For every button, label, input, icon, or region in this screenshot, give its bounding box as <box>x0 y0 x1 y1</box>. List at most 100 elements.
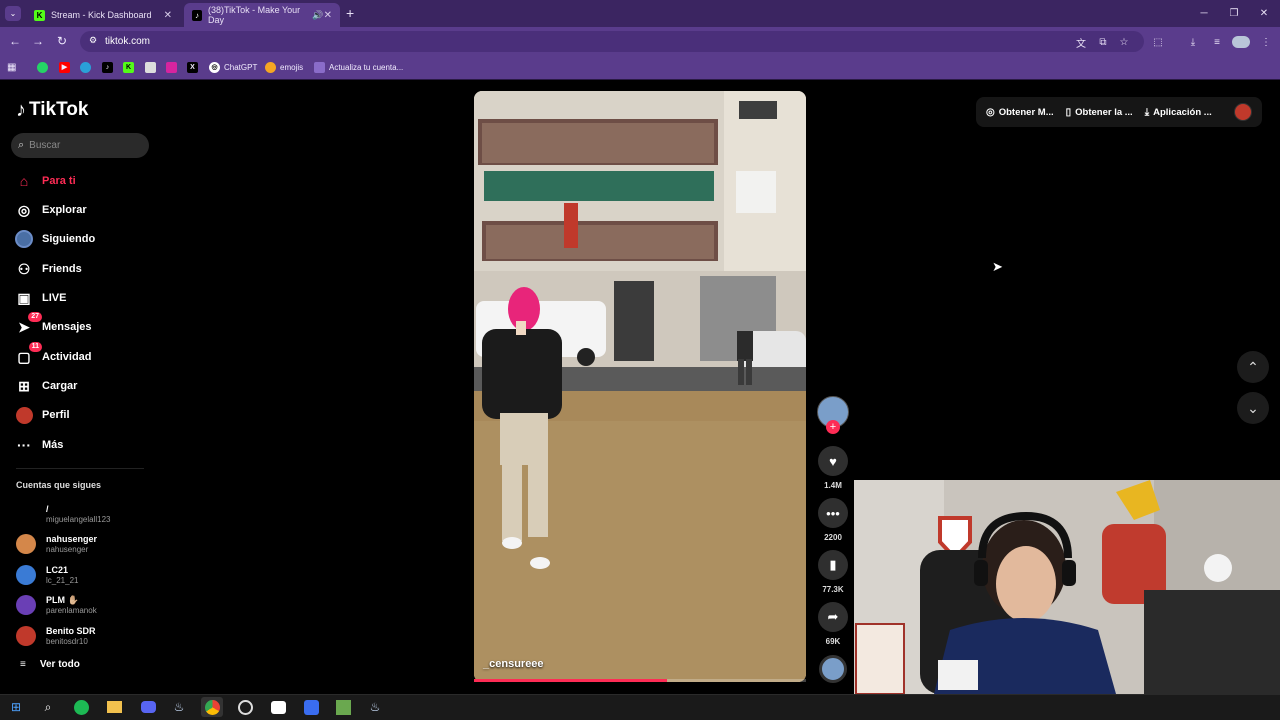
sound-disc-button[interactable] <box>816 655 850 683</box>
video-username[interactable]: _censureee <box>483 658 544 670</box>
profile-icon[interactable] <box>1232 36 1250 48</box>
follow-plus-icon[interactable]: + <box>826 420 840 434</box>
steam-icon: ♨ <box>369 700 381 714</box>
desktop-app-button[interactable]: ⤓ Aplicación ... <box>1145 107 1212 118</box>
search-input[interactable]: ⌕ Buscar <box>11 133 149 158</box>
profile-icon <box>14 405 34 425</box>
following-account[interactable]: PLM ✋🏼 parenlamanok <box>16 591 97 619</box>
comment-button[interactable]: ••• 2200 <box>816 498 850 542</box>
share-button[interactable]: ➦ 69K <box>816 602 850 646</box>
messages-badge: 27 <box>28 312 42 322</box>
taskbar-chrome[interactable] <box>201 697 223 717</box>
install-app-icon[interactable]: ⧉ <box>1095 34 1111 50</box>
nav-mensajes[interactable]: ➤ 27 Mensajes <box>14 312 92 338</box>
audio-playing-icon[interactable]: 🔊 <box>312 10 323 21</box>
url-bar[interactable]: ⚙ tiktok.com <box>80 31 1144 52</box>
windows-taskbar <box>0 694 1280 720</box>
bookmark-star-icon[interactable]: ☆ <box>1116 34 1132 50</box>
downloads-icon[interactable]: ⤓ <box>1185 34 1201 50</box>
bookmark-emojis[interactable]: emojis <box>265 60 303 74</box>
nav-live[interactable]: ▣ LIVE <box>14 287 66 309</box>
previous-video-button[interactable]: ⌃ <box>1237 351 1269 383</box>
bookmark-label: ChatGPT <box>224 62 258 72</box>
bookmark-mail[interactable] <box>145 60 160 74</box>
site-info-icon[interactable]: ⚙ <box>89 35 97 46</box>
following-account[interactable]: / miguelangelall123 <box>16 500 111 528</box>
nav-friends[interactable]: ⚇ Friends <box>14 258 82 280</box>
minimize-button[interactable]: ─ <box>1194 4 1214 22</box>
next-video-button[interactable]: ⌄ <box>1237 392 1269 424</box>
bookmark-x[interactable]: X <box>187 60 202 74</box>
new-tab-button[interactable]: + <box>346 5 354 21</box>
tab-tiktok[interactable]: ♪ (38)TikTok - Make Your Day 🔊 ✕ <box>184 3 340 27</box>
more-icon: ··· <box>17 437 31 453</box>
nav-explorar[interactable]: ◎ Explorar <box>14 199 87 221</box>
nav-cargar[interactable]: ⊞ Cargar <box>14 375 77 397</box>
translate-icon[interactable]: 文 <box>1073 34 1089 50</box>
taskbar-app-blue[interactable] <box>300 697 322 717</box>
like-button[interactable]: ♥ 1.4M <box>816 446 850 490</box>
bookmark-icon: ▮ <box>818 550 848 580</box>
apps-grid-icon[interactable]: ▦ <box>7 60 16 74</box>
close-icon[interactable]: ✕ <box>164 10 172 21</box>
taskbar-file-explorer[interactable] <box>103 697 125 717</box>
bookmark-chatgpt[interactable]: ◎ ChatGPT <box>209 60 257 74</box>
nav-siguiendo[interactable]: Siguiendo <box>14 228 95 250</box>
bookmark-page-icon <box>314 61 325 73</box>
nav-label: LIVE <box>42 292 67 304</box>
restore-button[interactable]: ❐ <box>1224 4 1244 22</box>
taskbar-spotify[interactable] <box>70 697 92 717</box>
following-account[interactable]: LC21 lc_21_21 <box>16 561 78 589</box>
start-button[interactable]: ⊞ <box>5 697 27 717</box>
bookmark-kick[interactable]: K <box>123 60 138 74</box>
kick-favicon-icon: K <box>34 9 45 21</box>
taskbar-discord[interactable] <box>137 697 159 717</box>
extensions-icon[interactable]: ⬚ <box>1150 34 1166 50</box>
edge-icon <box>80 61 91 73</box>
video-player[interactable] <box>474 91 806 682</box>
taskbar-steam-2[interactable]: ♨ <box>364 697 386 717</box>
bookmark-actualiza[interactable]: Actualiza tu cuenta... <box>314 60 403 74</box>
taskbar-minecraft[interactable] <box>332 697 354 717</box>
bookmark-youtube[interactable]: ▶ <box>59 60 74 74</box>
bookmark-whatsapp[interactable] <box>37 60 52 74</box>
messages-icon: ➤ 27 <box>14 312 42 337</box>
reading-list-icon[interactable]: ≡ <box>1209 34 1225 50</box>
brand-name: TikTok <box>29 99 89 120</box>
user-avatar[interactable] <box>1234 103 1252 121</box>
see-all-button[interactable]: ≡ Ver todo <box>20 659 80 670</box>
forward-button[interactable]: → <box>29 31 47 51</box>
kick-icon: K <box>123 61 134 73</box>
video-progress-bar[interactable] <box>474 679 806 682</box>
close-icon[interactable]: ✕ <box>324 10 332 21</box>
app-blue-icon <box>303 699 319 715</box>
tab-search-button[interactable]: ⌄ <box>5 6 21 21</box>
tab-kick-dashboard[interactable]: K Stream - Kick Dashboard ✕ <box>26 3 180 27</box>
get-coins-button[interactable]: ◎ Obtener M... <box>986 107 1054 118</box>
taskbar-steam[interactable]: ♨ <box>168 697 190 717</box>
back-button[interactable]: ← <box>6 31 24 51</box>
tiktok-logo[interactable]: ♪ TikTok <box>16 98 88 122</box>
nav-actividad[interactable]: ▢ 11 Actividad <box>14 342 92 368</box>
nav-perfil[interactable]: Perfil <box>14 404 70 426</box>
bookmark-tiktok[interactable]: ♪ <box>102 60 117 74</box>
reload-button[interactable]: ↻ <box>53 31 71 51</box>
get-app-button[interactable]: ▯ Obtener la ... <box>1066 107 1133 118</box>
close-window-button[interactable]: ✕ <box>1254 4 1274 22</box>
save-button[interactable]: ▮ 77.3K <box>816 550 850 594</box>
bookmark-edge[interactable] <box>80 60 95 74</box>
mail-icon <box>145 61 156 73</box>
nav-para-ti[interactable]: ⌂ Para ti <box>14 170 76 192</box>
bookmark-instagram[interactable] <box>166 60 181 74</box>
nav-label: Explorar <box>42 204 87 216</box>
following-account[interactable]: nahusenger nahusenger <box>16 530 97 558</box>
creator-avatar-button[interactable]: + <box>816 396 850 434</box>
taskbar-capcut[interactable] <box>267 697 289 717</box>
nav-mas[interactable]: ··· Más <box>14 434 63 456</box>
following-account[interactable]: Benito SDR benitosdr10 <box>16 622 96 650</box>
taskbar-app-clock[interactable] <box>234 697 256 717</box>
menu-kebab-icon[interactable]: ⋮ <box>1258 34 1274 50</box>
webcam-feed <box>854 480 1280 694</box>
activity-badge: 11 <box>28 342 42 352</box>
taskbar-search-button[interactable]: ⌕ <box>37 697 59 717</box>
